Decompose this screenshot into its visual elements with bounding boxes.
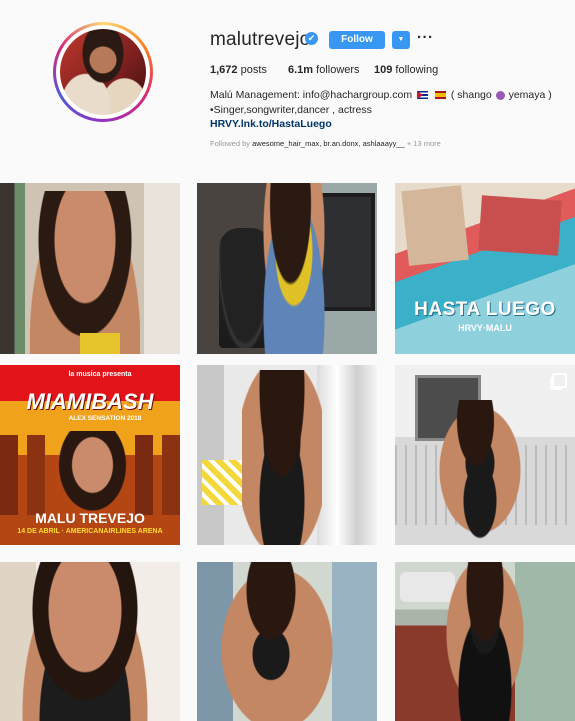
bio-link[interactable]: HRVY.lnk.to/HastaLuego — [210, 118, 332, 130]
bio-yemaya: yemaya ) — [508, 89, 552, 101]
more-options-icon[interactable]: ··· — [417, 29, 434, 46]
post-photo-subject — [440, 562, 530, 721]
post-tile[interactable]: la musica presenta MIAMIBASH ALEX SENSAT… — [0, 365, 180, 545]
post-photo-subject — [217, 562, 337, 721]
post-photo-subject — [435, 400, 525, 540]
post-overlay-subtitle: HRVY·MALU — [458, 323, 512, 333]
post-tile[interactable] — [395, 562, 575, 721]
bio-line-1: Malú Management: info@hachargroup.com ( … — [210, 89, 552, 101]
post-tile[interactable] — [197, 183, 377, 354]
avatar[interactable] — [53, 22, 153, 122]
followed-by-names[interactable]: awesome_hair_max, br.an.donx, ashlaaayy_… — [252, 139, 405, 148]
post-overlay-title: HASTA LUEGO — [414, 299, 556, 320]
post-overlay-title: MIAMIBASH — [26, 389, 154, 414]
verified-badge-icon: ✔ — [305, 32, 318, 45]
post-photo-subject — [30, 191, 140, 354]
posts-grid: HASTA LUEGO HRVY·MALU la musica presenta… — [0, 176, 575, 721]
spain-flag-icon — [434, 91, 446, 100]
post-overlay-date: 14 DE ABRIL · AMERICANAIRLINES ARENA — [17, 528, 163, 535]
posts-label: posts — [240, 64, 267, 76]
collage-strip — [401, 185, 469, 266]
curtain — [317, 365, 377, 545]
cuba-flag-icon — [417, 91, 429, 100]
follow-button[interactable]: Follow — [329, 31, 385, 49]
post-photo-subject — [259, 183, 329, 354]
post-tile[interactable] — [0, 183, 180, 354]
yellow-top — [80, 333, 120, 354]
post-overlay-event: ALEX SENSATION 2018 — [68, 415, 142, 422]
multiple-photos-icon — [552, 373, 567, 388]
post-overlay-presenter: la musica presenta — [68, 371, 132, 378]
following-stat[interactable]: 109 following — [374, 64, 438, 76]
bio-line-2: •Singer,songwriter,dancer , actress — [210, 104, 372, 116]
followers-stat[interactable]: 6.1m followers — [288, 64, 360, 76]
posts-stat: 1,672 posts — [210, 64, 267, 76]
followed-by-prefix: Followed by — [210, 139, 251, 148]
post-photo-subject — [20, 562, 150, 721]
avatar-image — [60, 29, 146, 115]
post-overlay-name: MALU TREVEJO — [35, 510, 145, 526]
bio-management: Malú Management: info@hachargroup.com — [210, 89, 413, 101]
post-photo-subject — [55, 431, 130, 516]
post-tile[interactable] — [197, 562, 377, 721]
followers-count: 6.1m — [288, 64, 314, 76]
bio-shango: ( shango — [450, 89, 492, 101]
following-count: 109 — [374, 64, 393, 76]
post-tile[interactable] — [0, 562, 180, 721]
collage-strip — [478, 195, 562, 256]
following-label: following — [395, 64, 439, 76]
avatar-border — [56, 25, 150, 119]
purple-orb-icon — [495, 90, 505, 100]
post-tile[interactable]: HASTA LUEGO HRVY·MALU — [395, 183, 575, 354]
suggestions-dropdown-button[interactable]: ▼ — [392, 31, 410, 49]
followed-by: Followed by awesome_hair_max, br.an.donx… — [210, 139, 441, 148]
followers-label: followers — [316, 64, 360, 76]
post-tile[interactable] — [395, 365, 575, 545]
profile-username: malutrevejo — [210, 29, 311, 50]
followed-by-more[interactable]: + 13 more — [407, 139, 441, 148]
post-photo-subject — [242, 370, 322, 545]
post-tile[interactable] — [197, 365, 377, 545]
profile-header: malutrevejo ✔ Follow ▼ ··· 1,672 posts 6… — [0, 0, 575, 176]
posts-count: 1,672 — [210, 64, 238, 76]
